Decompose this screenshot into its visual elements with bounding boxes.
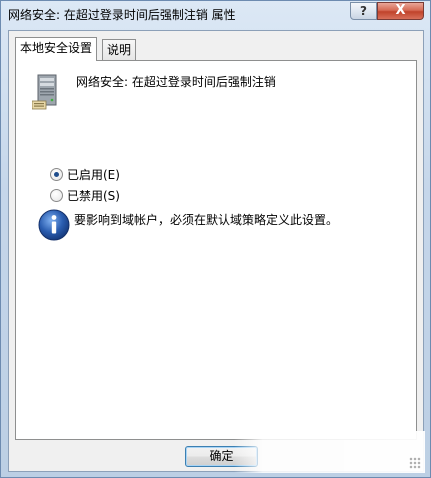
tab-local-security-setting[interactable]: 本地安全设置: [15, 37, 98, 61]
resize-grip[interactable]: [409, 457, 421, 469]
info-message: 要影响到域帐户，必须在默认域策略定义此设置。: [74, 213, 339, 227]
title-bar[interactable]: 网络安全: 在超过登录时间后强制注销 属性 ? X: [1, 1, 430, 29]
disabled-option[interactable]: 已禁用(S): [50, 187, 120, 203]
server-icon: [32, 74, 57, 110]
close-button[interactable]: X: [377, 2, 424, 20]
policy-title: 网络安全: 在超过登录时间后强制注销: [76, 75, 276, 89]
info-icon: [38, 209, 70, 241]
enabled-option[interactable]: 已启用(E): [50, 166, 120, 182]
window-title: 网络安全: 在超过登录时间后强制注销 属性: [8, 8, 236, 22]
dialog-client-area: 本地安全设置 说明 网络安全: 在超过登录时间后强制注销 已启用(E) 已禁用(…: [8, 30, 425, 473]
disabled-label: 已禁用(S): [67, 188, 120, 203]
tab-explain[interactable]: 说明: [102, 39, 137, 60]
enabled-radio[interactable]: [50, 167, 63, 181]
tab-panel: 网络安全: 在超过登录时间后强制注销 已启用(E) 已禁用(S) 要影响到域帐户…: [15, 60, 417, 440]
watermark-overlay: [234, 431, 425, 473]
enabled-label: 已启用(E): [67, 167, 120, 182]
disabled-radio[interactable]: [50, 188, 63, 202]
help-button[interactable]: ?: [350, 2, 377, 20]
properties-dialog: 网络安全: 在超过登录时间后强制注销 属性 ? X 本地安全设置 说明 网络安全…: [0, 0, 431, 478]
